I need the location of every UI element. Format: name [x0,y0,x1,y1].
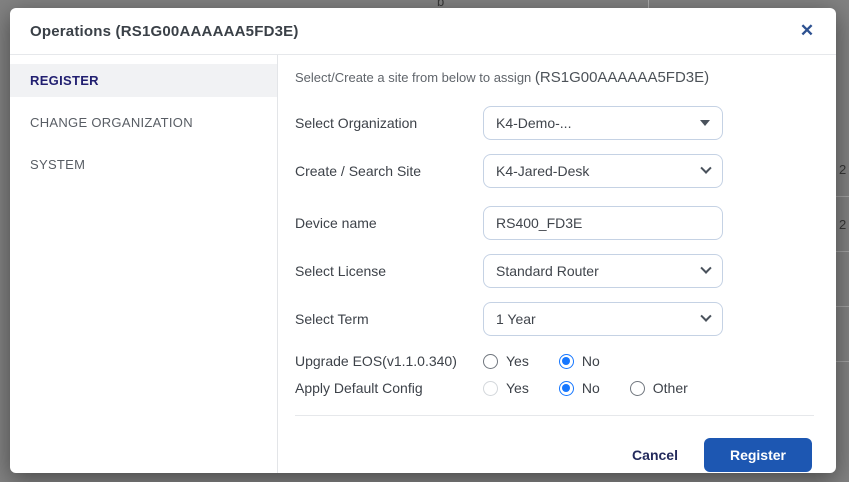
organization-label: Select Organization [295,115,483,131]
term-label: Select Term [295,311,483,327]
apply-default-config-radio-group: Yes No Other [483,380,688,396]
upgrade-eos-label: Upgrade EOS(v1.1.0.340) [295,353,483,369]
register-panel: Select/Create a site from below to assig… [278,55,836,473]
chevron-down-icon [700,311,711,322]
radio-checked-icon [559,381,574,396]
backdrop-number-fragment: 2 [839,217,846,232]
apply-default-config-radio-no[interactable]: No [559,380,600,396]
radio-label: Yes [506,353,529,369]
dialog-title: Operations (RS1G00AAAAAA5FD3E) [30,23,299,40]
backdrop-table-line [836,196,849,197]
chevron-down-icon [700,163,711,174]
apply-default-config-row: Apply Default Config Yes No Other [295,380,814,396]
dialog-header: Operations (RS1G00AAAAAA5FD3E) ✕ [10,8,836,55]
site-label: Create / Search Site [295,163,483,179]
radio-label: No [582,380,600,396]
backdrop-table-line [836,251,849,252]
register-button[interactable]: Register [704,438,812,472]
close-button[interactable]: ✕ [794,18,820,44]
site-value: K4-Jared-Desk [496,163,589,179]
backdrop-table-line [648,0,649,8]
license-label: Select License [295,263,483,279]
apply-default-config-radio-other[interactable]: Other [630,380,688,396]
sidebar: REGISTER CHANGE ORGANIZATION SYSTEM [10,55,278,473]
upgrade-eos-row: Upgrade EOS(v1.1.0.340) Yes No [295,353,814,369]
apply-default-config-radio-yes: Yes [483,380,529,396]
upgrade-eos-radio-no[interactable]: No [559,353,600,369]
dialog-footer: Cancel Register [295,416,814,472]
organization-row: Select Organization K4-Demo-... [295,106,814,140]
sidebar-item-system[interactable]: SYSTEM [10,148,277,181]
device-name-field [483,206,723,240]
organization-value: K4-Demo-... [496,115,571,131]
radio-unchecked-icon [483,354,498,369]
close-icon: ✕ [800,21,814,40]
cancel-button[interactable]: Cancel [632,447,678,463]
radio-label: Yes [506,380,529,396]
license-value: Standard Router [496,263,599,279]
radio-disabled-icon [483,381,498,396]
radio-unchecked-icon [630,381,645,396]
term-row: Select Term 1 Year [295,302,814,336]
term-select[interactable]: 1 Year [483,302,723,336]
upgrade-eos-radio-yes[interactable]: Yes [483,353,529,369]
sidebar-item-register[interactable]: REGISTER [10,64,277,97]
site-select[interactable]: K4-Jared-Desk [483,154,723,188]
chevron-down-icon [700,263,711,274]
device-name-input[interactable] [496,215,710,231]
term-value: 1 Year [496,311,536,327]
assign-heading-text: Select/Create a site from below to assig… [295,70,535,85]
backdrop-table-line [836,361,849,362]
device-serial: (RS1G00AAAAAA5FD3E) [535,69,709,86]
upgrade-eos-radio-group: Yes No [483,353,600,369]
organization-select[interactable]: K4-Demo-... [483,106,723,140]
dialog-body: REGISTER CHANGE ORGANIZATION SYSTEM Sele… [10,55,836,473]
site-row: Create / Search Site K4-Jared-Desk [295,154,814,188]
operations-dialog: Operations (RS1G00AAAAAA5FD3E) ✕ REGISTE… [10,8,836,473]
backdrop-table-line [836,306,849,307]
radio-checked-icon [559,354,574,369]
license-select[interactable]: Standard Router [483,254,723,288]
caret-down-icon [700,120,710,126]
device-name-label: Device name [295,215,483,231]
sidebar-item-change-organization[interactable]: CHANGE ORGANIZATION [10,106,277,139]
device-name-row: Device name [295,206,814,240]
radio-label: Other [653,380,688,396]
radio-label: No [582,353,600,369]
assign-heading: Select/Create a site from below to assig… [295,69,814,86]
license-row: Select License Standard Router [295,254,814,288]
apply-default-config-label: Apply Default Config [295,380,483,396]
backdrop-number-fragment: 2 [839,162,846,177]
